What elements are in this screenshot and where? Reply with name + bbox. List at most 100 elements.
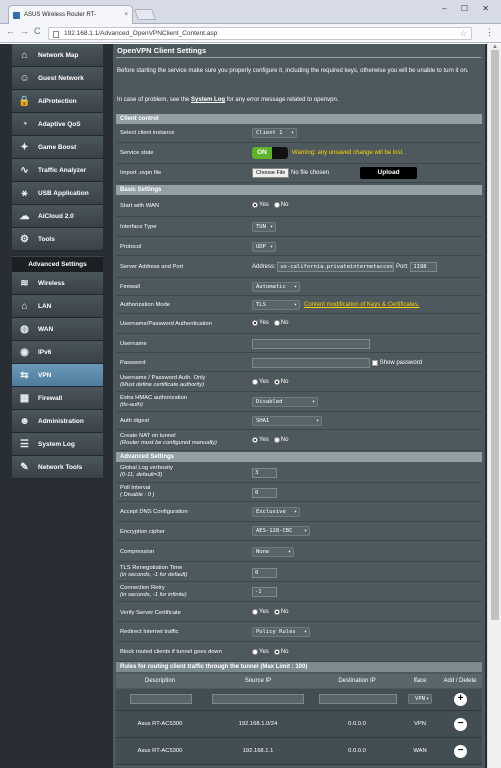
sidebar-item-aiprotection[interactable]: 🔒 AiProtection	[12, 90, 103, 113]
cipher-label: Encryption cipher	[120, 529, 165, 535]
asus-favicon-icon	[13, 12, 20, 19]
port-label: Port:	[396, 264, 409, 270]
client-instance-select[interactable]: Client 1	[252, 128, 297, 138]
username-label: Username	[120, 341, 147, 347]
start-wan-yes-radio[interactable]	[252, 202, 258, 208]
choose-file-button[interactable]: Choose File	[252, 168, 290, 178]
username-input[interactable]	[252, 339, 370, 349]
sidebar-item-administration[interactable]: ☻ Administration	[12, 410, 103, 433]
tab-title: ASUS Wireless Router RT-	[24, 12, 96, 18]
page-title: OpenVPN Client Settings	[117, 46, 207, 55]
verbosity-label: Global Log verbosity (0-11, default=3)	[120, 465, 173, 479]
sidebar-item-guest-network[interactable]: ☺ Guest Network	[12, 67, 103, 90]
sidebar-item-lan[interactable]: ⌂ LAN	[12, 295, 103, 318]
new-iface-select[interactable]: VPN	[408, 694, 432, 704]
poll-input[interactable]: 0	[252, 488, 277, 498]
new-tab-button[interactable]	[133, 9, 157, 20]
delete-rule-icon[interactable]: −	[454, 745, 467, 758]
server-address-input[interactable]: us-california.privateinternetaccess.com	[277, 262, 395, 272]
sidebar-item-network-tools[interactable]: ✎ Network Tools	[12, 456, 103, 479]
cipher-select[interactable]: AES-128-CBC	[252, 526, 310, 536]
upload-button[interactable]: Upload	[360, 167, 418, 179]
sidebar-item-network-map[interactable]: ⌂ Network Map	[12, 44, 103, 67]
server-port-input[interactable]: 1198	[410, 262, 438, 272]
usb-icon: ⚹	[21, 188, 28, 199]
auth-mode-select[interactable]: TLS	[252, 300, 300, 310]
block-routed-no-radio[interactable]	[273, 649, 280, 655]
protocol-select[interactable]: UDP	[252, 242, 276, 252]
browser-titlebar: ASUS Wireless Router RT- × – ☐ ✕	[0, 0, 501, 24]
yes-label: Yes	[259, 379, 269, 385]
new-description-input[interactable]	[130, 694, 192, 704]
sidebar-item-label: USB Application	[38, 190, 89, 197]
verify-cert-label: Verify Server Certificate	[120, 610, 181, 616]
retry-title: Connection Retry	[120, 585, 165, 591]
sidebar-item-system-log[interactable]: ☰ System Log	[12, 433, 103, 456]
keys-certificates-link[interactable]: Content modification of Keys & Certifica…	[304, 302, 419, 308]
rule-source-ip: 192.168.1.0/24	[238, 721, 278, 727]
interface-select[interactable]: TUN	[252, 222, 276, 232]
system-log-link[interactable]: System Log	[191, 97, 225, 103]
toggle-on-label: ON	[252, 147, 272, 159]
new-destination-ip-input[interactable]	[319, 694, 397, 704]
block-routed-yes-radio[interactable]	[252, 649, 258, 655]
new-source-ip-input[interactable]	[212, 694, 304, 704]
dns-select[interactable]: Exclusive	[252, 507, 300, 517]
tls-reneg-row: TLS Renegotiation Time (in seconds, -1 fo…	[116, 562, 482, 582]
tab-close-icon[interactable]: ×	[124, 6, 128, 24]
show-password-label: Show password	[379, 360, 423, 366]
firewall-select[interactable]: Automatic	[252, 282, 300, 292]
sidebar-item-traffic-analyzer[interactable]: ∿ Traffic Analyzer	[12, 159, 103, 182]
sidebar-item-wan[interactable]: ◍ WAN	[12, 318, 103, 341]
page-scrollbar[interactable]: ▲	[487, 44, 501, 768]
firewall-label: Firewall	[120, 284, 140, 290]
hmac-label: Extra HMAC authorization (tls-auth)	[120, 395, 187, 409]
service-state-toggle[interactable]: ON	[252, 147, 288, 159]
digest-select[interactable]: SHA1	[252, 416, 322, 426]
browser-tab[interactable]: ASUS Wireless Router RT- ×	[8, 5, 133, 24]
sidebar-item-adaptive-qos[interactable]: ◔ Adaptive QoS	[12, 113, 103, 136]
sidebar-item-label: AiCloud 2.0	[38, 213, 74, 220]
password-input[interactable]	[252, 358, 370, 368]
password-label: Password	[120, 360, 146, 366]
address-bar[interactable]: 192.168.1.1/Advanced_OpenVPNClient_Conte…	[48, 27, 472, 40]
tls-reneg-input[interactable]: 0	[252, 568, 277, 578]
add-rule-icon[interactable]: +	[454, 693, 467, 706]
retry-input[interactable]: -1	[252, 587, 277, 597]
administration-icon: ☻	[19, 416, 30, 427]
sidebar-item-tools[interactable]: ⚙ Tools	[12, 228, 103, 251]
userpass-yes-radio[interactable]	[252, 320, 258, 326]
sidebar-item-ipv6[interactable]: ◉ IPv6	[12, 341, 103, 364]
sidebar-item-vpn[interactable]: ⇆ VPN	[12, 364, 103, 387]
sidebar-item-game-boost[interactable]: ✦ Game Boost	[12, 136, 103, 159]
nat-yes-radio[interactable]	[252, 437, 258, 443]
compression-select[interactable]: None	[252, 547, 294, 557]
show-password-checkbox[interactable]	[371, 360, 378, 366]
game-boost-icon: ✦	[20, 142, 29, 153]
sidebar-item-wireless[interactable]: ≋ Wireless	[12, 272, 103, 295]
sidebar-item-label: Network Map	[38, 52, 79, 59]
forward-icon[interactable]: →	[20, 26, 29, 36]
sidebar-item-aicloud[interactable]: ☁ AiCloud 2.0	[12, 205, 103, 228]
redirect-select[interactable]: Policy Rules	[252, 627, 310, 637]
start-wan-label: Start with WAN	[120, 203, 160, 209]
reload-icon[interactable]: C	[34, 26, 41, 36]
browser-menu-icon[interactable]: ⋮	[485, 27, 494, 38]
start-wan-no-radio[interactable]	[273, 202, 280, 208]
verbosity-input[interactable]: 3	[252, 468, 277, 478]
nat-no-radio[interactable]	[273, 437, 280, 443]
window-controls[interactable]: – ☐ ✕	[442, 4, 495, 13]
userpass-only-yes-radio[interactable]	[252, 379, 258, 385]
hmac-select[interactable]: Disabled	[252, 397, 318, 407]
bookmark-star-icon[interactable]: ☆	[460, 28, 467, 40]
hmac-note: (tls-auth)	[120, 402, 143, 408]
sidebar-item-firewall[interactable]: ▦ Firewall	[12, 387, 103, 410]
back-icon[interactable]: ←	[6, 26, 15, 36]
delete-rule-icon[interactable]: −	[454, 718, 467, 731]
userpass-only-no-radio[interactable]	[273, 379, 280, 385]
scrollbar-thumb[interactable]	[491, 50, 499, 620]
verify-cert-yes-radio[interactable]	[252, 609, 258, 615]
verify-cert-no-radio[interactable]	[273, 609, 280, 615]
userpass-no-radio[interactable]	[273, 320, 280, 326]
sidebar-item-usb-application[interactable]: ⚹ USB Application	[12, 182, 103, 205]
